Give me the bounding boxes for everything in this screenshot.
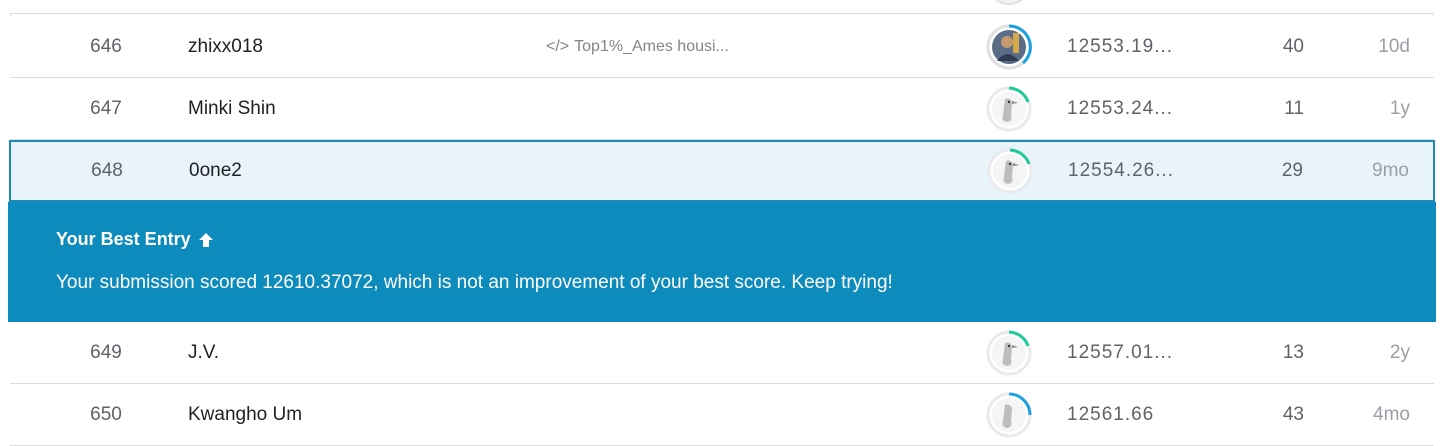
team-name[interactable]: 0one2	[189, 142, 242, 200]
avatar[interactable]	[985, 85, 1033, 133]
rank: 646	[90, 35, 122, 57]
banner-message: Your submission scored 12610.37072, whic…	[56, 272, 893, 293]
avatar[interactable]	[985, 23, 1033, 71]
best-entry-banner: Your Best Entry Your submission scored 1…	[8, 202, 1436, 322]
last-submission: 9mo	[1372, 160, 1409, 181]
avatar[interactable]	[985, 329, 1033, 377]
entries-count: 11	[1284, 97, 1304, 119]
rank: 649	[90, 341, 122, 363]
score: 12553.19...	[1067, 35, 1174, 57]
entries-count: 43	[1282, 403, 1304, 425]
entries-count: 29	[1281, 160, 1303, 181]
banner-title: Your Best Entry	[56, 229, 215, 250]
team-name[interactable]: J.V.	[188, 322, 219, 383]
team-name[interactable]: Kwangho Um	[188, 384, 302, 445]
table-row[interactable]: 646 zhixx018 </> Top1%_Ames housi... 125…	[10, 16, 1434, 78]
score: 12561.66	[1067, 403, 1155, 425]
code-icon: </>	[546, 37, 570, 55]
table-row[interactable]: 647 Minki Shin 12553.24... 11 1y	[10, 78, 1434, 140]
last-submission: 1y	[1389, 97, 1410, 119]
rank: 648	[91, 160, 123, 181]
avatar[interactable]	[986, 147, 1034, 195]
notebook-title: Top1%_Ames housi...	[574, 37, 729, 55]
notebook-link[interactable]: </> Top1%_Ames housi...	[546, 16, 729, 77]
score: 12554.26...	[1068, 160, 1175, 181]
last-submission: 10d	[1378, 35, 1410, 57]
entries-count: 13	[1282, 341, 1304, 363]
arrow-up-icon	[197, 231, 215, 249]
table-row[interactable]: 649 J.V. 12557.01... 13 2y	[10, 322, 1434, 384]
table-row[interactable]: 650 Kwangho Um 12561.66 43 4mo	[10, 384, 1434, 446]
avatar[interactable]	[985, 0, 1033, 7]
last-submission: 4mo	[1373, 403, 1410, 425]
rank: 650	[90, 403, 122, 425]
last-submission: 2y	[1389, 341, 1410, 363]
score: 12553.24...	[1067, 97, 1174, 119]
table-row-current-user[interactable]: 648 0one2 12554.26... 29 9mo	[9, 140, 1435, 202]
score: 12557.01...	[1067, 341, 1174, 363]
team-name[interactable]: zhixx018	[188, 16, 263, 77]
rank: 647	[90, 97, 122, 119]
team-name[interactable]: Minki Shin	[188, 78, 276, 139]
table-row[interactable]	[10, 0, 1434, 14]
avatar[interactable]	[985, 391, 1033, 439]
entries-count: 40	[1282, 35, 1304, 57]
